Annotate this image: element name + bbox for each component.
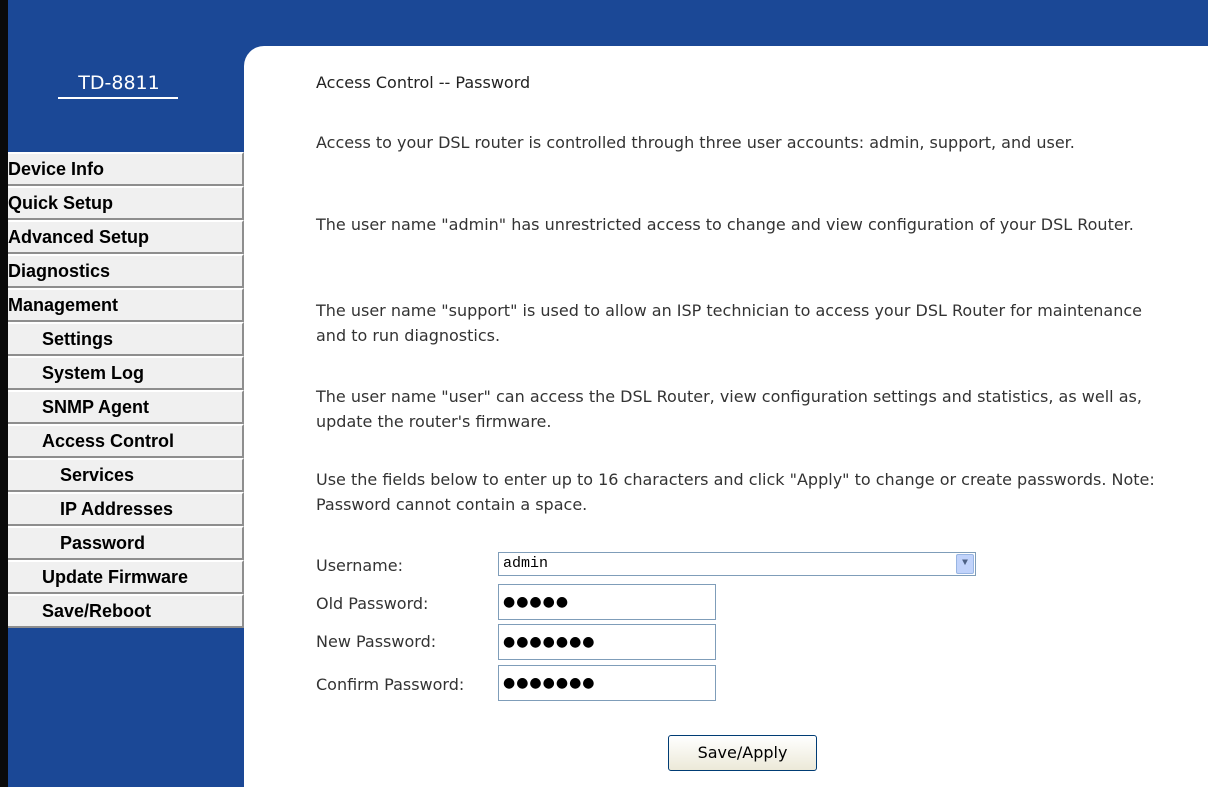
sidebar-item-label: System Log: [42, 363, 145, 383]
sidebar-item-ip-addresses[interactable]: IP Addresses: [8, 492, 244, 526]
confirm-password-field[interactable]: ●●●●●●●: [498, 665, 716, 701]
sidebar-item-system-log[interactable]: System Log: [8, 356, 244, 390]
sidebar-menu: Device Info Quick Setup Advanced Setup D…: [8, 152, 244, 628]
sidebar-item-label: Update Firmware: [42, 567, 189, 587]
intro-paragraph: Access to your DSL router is controlled …: [316, 133, 1075, 152]
sidebar-item-update-firmware[interactable]: Update Firmware: [8, 560, 244, 594]
sidebar-item-label: SNMP Agent: [42, 397, 150, 417]
sidebar-item-label: Password: [60, 533, 146, 553]
content-corner: [244, 46, 266, 68]
sidebar-item-label: Diagnostics: [8, 261, 111, 281]
username-selected-value: admin: [503, 555, 549, 572]
brand-logo-text: TD-8811: [78, 72, 160, 94]
user-description: The user name "user" can access the DSL …: [316, 387, 1142, 431]
sidebar-item-label: Device Info: [8, 159, 105, 179]
old-password-label: Old Password:: [316, 594, 429, 613]
sidebar-item-settings[interactable]: Settings: [8, 322, 244, 356]
sidebar-item-password[interactable]: Password: [8, 526, 244, 560]
sidebar-item-label: Management: [8, 295, 119, 315]
support-description: The user name "support" is used to allow…: [316, 301, 1143, 345]
sidebar-item-label: IP Addresses: [60, 499, 174, 519]
sidebar-item-label: Settings: [42, 329, 114, 349]
sidebar-item-save-reboot[interactable]: Save/Reboot: [8, 594, 244, 628]
sidebar-item-label: Access Control: [42, 431, 175, 451]
username-label: Username:: [316, 556, 403, 575]
admin-description: The user name "admin" has unrestricted a…: [316, 215, 1134, 234]
username-select[interactable]: admin ▼: [498, 552, 976, 576]
sidebar-item-access-control[interactable]: Access Control: [8, 424, 244, 458]
new-password-field[interactable]: ●●●●●●●: [498, 624, 716, 660]
sidebar-item-services[interactable]: Services: [8, 458, 244, 492]
sidebar-item-quick-setup[interactable]: Quick Setup: [8, 186, 244, 220]
sidebar-item-advanced-setup[interactable]: Advanced Setup: [8, 220, 244, 254]
sidebar-item-label: Quick Setup: [8, 193, 114, 213]
old-password-field[interactable]: ●●●●●: [498, 584, 716, 620]
confirm-password-label: Confirm Password:: [316, 675, 465, 694]
chevron-down-icon[interactable]: ▼: [956, 554, 974, 574]
new-password-label: New Password:: [316, 632, 437, 651]
instructions-paragraph: Use the fields below to enter up to 16 c…: [316, 470, 1155, 514]
sidebar-item-management[interactable]: Management: [8, 288, 244, 322]
sidebar-item-diagnostics[interactable]: Diagnostics: [8, 254, 244, 288]
sidebar-item-label: Services: [60, 465, 135, 485]
top-banner: [8, 0, 1208, 46]
page-title: Access Control -- Password: [316, 73, 531, 92]
sidebar-item-label: Advanced Setup: [8, 227, 150, 247]
window-frame: [0, 0, 8, 787]
sidebar-item-device-info[interactable]: Device Info: [8, 152, 244, 186]
sidebar-item-snmp-agent[interactable]: SNMP Agent: [8, 390, 244, 424]
save-apply-button[interactable]: Save/Apply: [668, 735, 817, 771]
brand-underline: [58, 97, 178, 99]
sidebar-item-label: Save/Reboot: [42, 601, 152, 621]
